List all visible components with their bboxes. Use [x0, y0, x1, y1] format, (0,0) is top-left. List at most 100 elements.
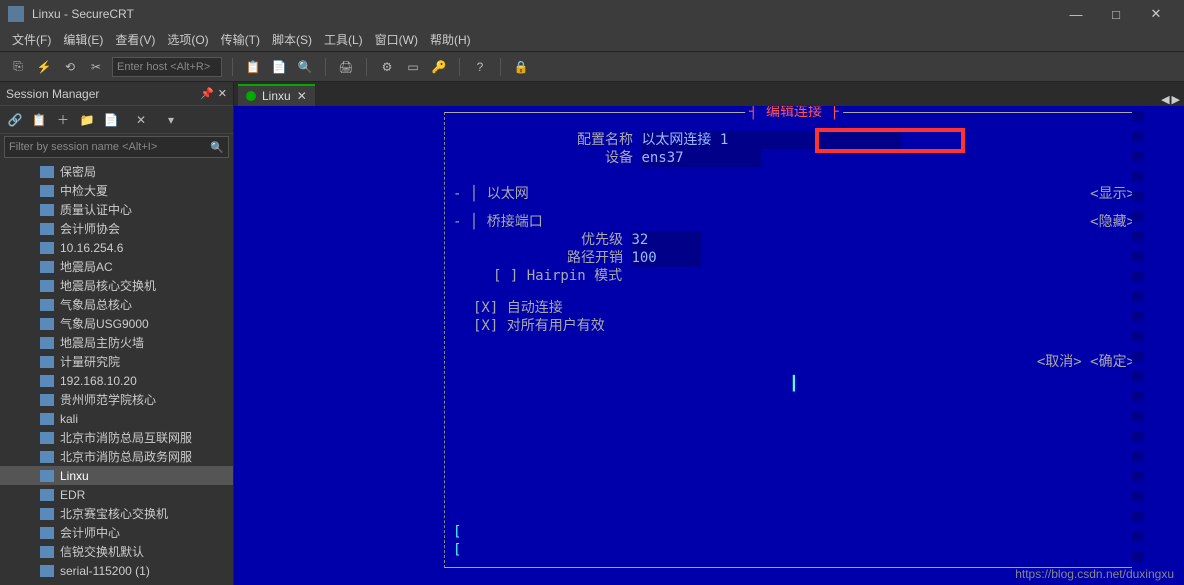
- session-icon: [40, 546, 54, 558]
- menu-help[interactable]: 帮助(H): [430, 31, 471, 48]
- connect-icon[interactable]: ⎘: [8, 57, 28, 77]
- session-icon: [40, 394, 54, 406]
- dropdown-icon[interactable]: ▾: [162, 111, 180, 129]
- delete-icon[interactable]: ✕: [132, 111, 150, 129]
- close-button[interactable]: ✕: [1136, 0, 1176, 28]
- session-icon: [40, 565, 54, 577]
- disconnect-icon[interactable]: ✂: [86, 57, 106, 77]
- session-label: 气象局USG9000: [60, 315, 149, 332]
- session-item[interactable]: 保密局: [0, 162, 233, 181]
- session-item[interactable]: Linxu: [0, 466, 233, 485]
- session-item[interactable]: 中检大夏: [0, 181, 233, 200]
- properties-icon[interactable]: 📄: [102, 111, 120, 129]
- menu-transfer[interactable]: 传输(T): [221, 31, 260, 48]
- priority-input[interactable]: 32: [631, 231, 701, 249]
- device-label: 设备: [453, 149, 633, 167]
- session-item[interactable]: 气象局USG9000: [0, 314, 233, 333]
- session-item[interactable]: 北京市消防总局互联网服: [0, 428, 233, 447]
- session-item[interactable]: 地震局核心交换机: [0, 276, 233, 295]
- session-label: 质量认证中心: [60, 201, 132, 218]
- ethernet-section: 以太网: [487, 185, 529, 203]
- tab-prev-icon[interactable]: ◀: [1161, 93, 1169, 106]
- device-input[interactable]: ens37: [641, 149, 761, 167]
- filter-input[interactable]: Filter by session name <Alt+I> 🔍: [4, 136, 229, 158]
- hairpin-checkbox[interactable]: [ ] Hairpin 模式: [493, 267, 622, 285]
- tab-linxu[interactable]: Linxu ✕: [238, 84, 315, 106]
- sidebar-close-icon[interactable]: ✕: [218, 87, 227, 100]
- auto-connect-checkbox[interactable]: [X] 自动连接: [473, 299, 563, 317]
- pin-icon[interactable]: 📌: [200, 87, 214, 100]
- all-users-checkbox[interactable]: [X] 对所有用户有效: [473, 317, 605, 335]
- session-label: 保密局: [60, 163, 96, 180]
- print-icon[interactable]: 🖨: [336, 57, 356, 77]
- session-options-icon[interactable]: ▭: [403, 57, 423, 77]
- menu-script[interactable]: 脚本(S): [272, 31, 312, 48]
- menu-view[interactable]: 查看(V): [115, 31, 155, 48]
- settings-icon[interactable]: ⚙: [377, 57, 397, 77]
- host-input[interactable]: Enter host <Alt+R>: [112, 57, 222, 77]
- tab-close-icon[interactable]: ✕: [297, 89, 307, 103]
- session-item[interactable]: kali: [0, 409, 233, 428]
- tab-next-icon[interactable]: ▶: [1172, 93, 1180, 106]
- minimize-button[interactable]: —: [1056, 0, 1096, 28]
- cancel-button[interactable]: <取消>: [1037, 353, 1082, 371]
- ok-button[interactable]: <确定>: [1090, 353, 1135, 371]
- session-item[interactable]: 会计师协会: [0, 219, 233, 238]
- key-icon[interactable]: 🔑: [429, 57, 449, 77]
- menu-options[interactable]: 选项(O): [167, 31, 208, 48]
- hide-button[interactable]: <隐藏>: [1090, 213, 1135, 231]
- pathcost-label: 路径开销: [453, 249, 623, 267]
- quick-connect-icon[interactable]: ⚡: [34, 57, 54, 77]
- host-placeholder: Enter host <Alt+R>: [117, 61, 210, 73]
- terminal-scrollbar[interactable]: [1132, 112, 1144, 568]
- session-item[interactable]: 贵州师范学院核心: [0, 390, 233, 409]
- bracket-2: [: [453, 541, 461, 559]
- session-label: 地震局主防火墙: [60, 334, 144, 351]
- session-item[interactable]: 信锐交换机默认: [0, 542, 233, 561]
- session-item[interactable]: serial-115200 (1): [0, 561, 233, 580]
- menu-file[interactable]: 文件(F): [12, 31, 51, 48]
- new-folder-icon[interactable]: 📁: [78, 111, 96, 129]
- copy-session-icon[interactable]: 📋: [30, 111, 48, 129]
- session-label: 192.168.10.20: [60, 374, 137, 388]
- session-item[interactable]: 气象局总核心: [0, 295, 233, 314]
- reconnect-icon[interactable]: ⟲: [60, 57, 80, 77]
- menu-tools[interactable]: 工具(L): [324, 31, 363, 48]
- session-item[interactable]: 地震局主防火墙: [0, 333, 233, 352]
- copy-icon[interactable]: 📋: [243, 57, 263, 77]
- window-title: Linxu - SecureCRT: [32, 7, 1056, 21]
- session-tree[interactable]: 保密局中检大夏质量认证中心会计师协会10.16.254.6地震局AC地震局核心交…: [0, 160, 233, 585]
- lock-icon[interactable]: 🔒: [511, 57, 531, 77]
- bracket-1: [: [453, 523, 461, 541]
- profile-name-label: 配置名称: [453, 131, 633, 149]
- tab-bar: Linxu ✕ ◀ ▶: [234, 82, 1184, 106]
- terminal[interactable]: ┤ 编辑连接 ├ 配置名称 以太网连接 1 设备 ens37 - │ 以太网: [234, 106, 1184, 585]
- session-item[interactable]: 北京赛宝核心交换机: [0, 504, 233, 523]
- session-item[interactable]: EDR: [0, 485, 233, 504]
- session-item[interactable]: 地震局AC: [0, 257, 233, 276]
- scroll-marker: ┃: [790, 375, 798, 393]
- link-icon[interactable]: 🔗: [6, 111, 24, 129]
- session-item[interactable]: 计量研究院: [0, 352, 233, 371]
- new-session-icon[interactable]: ＋: [54, 111, 72, 129]
- session-label: 地震局核心交换机: [60, 277, 156, 294]
- menu-window[interactable]: 窗口(W): [375, 31, 418, 48]
- session-label: 会计师协会: [60, 220, 120, 237]
- watermark: https://blog.csdn.net/duxingxu: [1015, 567, 1174, 581]
- session-icon: [40, 356, 54, 368]
- help-icon[interactable]: ?: [470, 57, 490, 77]
- session-item[interactable]: 会计师中心: [0, 523, 233, 542]
- session-item[interactable]: 质量认证中心: [0, 200, 233, 219]
- session-icon: [40, 204, 54, 216]
- show-button[interactable]: <显示>: [1090, 185, 1135, 203]
- session-item[interactable]: 192.168.10.20: [0, 371, 233, 390]
- session-item[interactable]: 10.16.254.6: [0, 238, 233, 257]
- find-icon[interactable]: 🔍: [295, 57, 315, 77]
- session-item[interactable]: 北京市消防总局政务网服: [0, 447, 233, 466]
- session-label: 气象局总核心: [60, 296, 132, 313]
- paste-icon[interactable]: 📄: [269, 57, 289, 77]
- menu-edit[interactable]: 编辑(E): [63, 31, 103, 48]
- profile-name-input[interactable]: 以太网连接 1: [641, 131, 901, 149]
- pathcost-input[interactable]: 100: [631, 249, 701, 267]
- maximize-button[interactable]: □: [1096, 0, 1136, 28]
